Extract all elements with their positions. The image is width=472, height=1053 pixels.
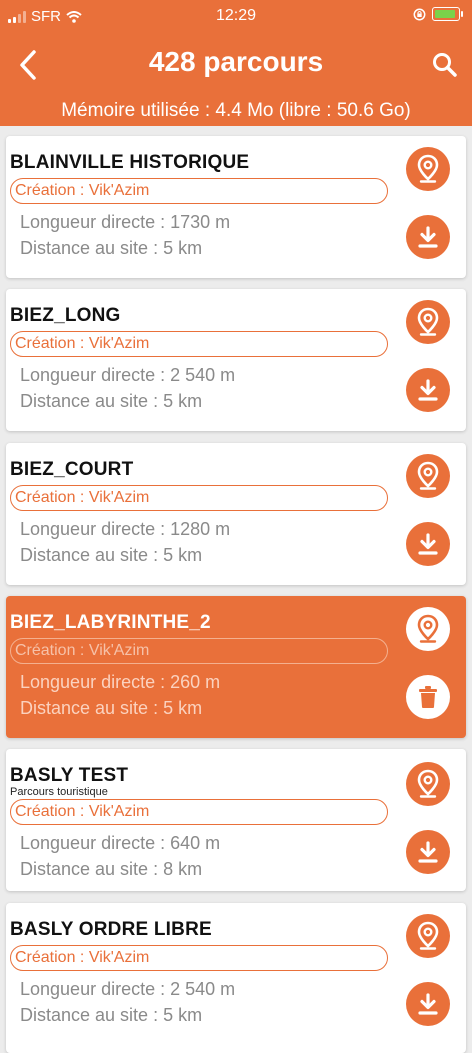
- orientation-lock-icon: [413, 8, 426, 20]
- memory-usage: Mémoire utilisée : 4.4 Mo (libre : 50.6 …: [61, 100, 411, 121]
- trash-icon: [419, 686, 437, 708]
- map-pin-icon: [417, 769, 439, 798]
- route-title: BIEZ_LABYRINTHE_2: [10, 612, 211, 633]
- route-title: BASLY ORDRE LIBRE: [10, 919, 212, 940]
- status-time: 12:29: [215, 7, 257, 24]
- map-pin-icon: [417, 921, 439, 950]
- creator-badge: Création : Vik'Azim: [10, 331, 388, 357]
- route-card[interactable]: BIEZ_COURT Création : Vik'Azim Longueur di…: [6, 443, 466, 585]
- route-card[interactable]: BASLY TEST Parcours touristique Création :…: [6, 749, 466, 891]
- show-on-map-button[interactable]: [406, 454, 450, 498]
- page-title: 428 parcours: [148, 46, 324, 77]
- route-card[interactable]: BIEZ_LONG Création : Vik'Azim Longueur dir…: [6, 289, 466, 431]
- map-pin-icon: [417, 154, 439, 183]
- map-pin-icon: [417, 307, 439, 336]
- download-button[interactable]: [406, 830, 450, 874]
- distance-text: Distance au site : 5 km: [20, 391, 203, 411]
- distance-text: Distance au site : 5 km: [20, 1005, 203, 1025]
- route-subtitle: Parcours touristique: [10, 786, 108, 798]
- creator-badge: Création : Vik'Azim: [10, 799, 388, 825]
- show-on-map-button[interactable]: [406, 914, 450, 958]
- map-pin-icon: [417, 461, 439, 490]
- length-text: Longueur directe : 2 540 m: [20, 979, 236, 999]
- battery-icon: [432, 7, 463, 21]
- distance-text: Distance au site : 5 km: [20, 698, 203, 718]
- map-pin-icon: [417, 614, 439, 643]
- route-card[interactable]: BASLY ORDRE LIBRE Création : Vik'Azim Long…: [6, 903, 466, 1053]
- distance-text: Distance au site : 5 km: [20, 545, 203, 565]
- distance-text: Distance au site : 5 km: [20, 238, 203, 258]
- status-right: [413, 7, 463, 21]
- length-text: Longueur directe : 640 m: [20, 833, 221, 853]
- length-text: Longueur directe : 260 m: [20, 672, 221, 692]
- distance-text: Distance au site : 8 km: [20, 859, 203, 879]
- download-icon: [418, 993, 438, 1015]
- creator-badge: Création : Vik'Azim: [10, 638, 388, 664]
- show-on-map-button[interactable]: [406, 762, 450, 806]
- route-title: BIEZ_COURT: [10, 459, 134, 480]
- download-button[interactable]: [406, 982, 450, 1026]
- download-button[interactable]: [406, 368, 450, 412]
- header: SFR 12:29 428 parcours Mémoire utilisée …: [0, 0, 472, 126]
- download-icon: [418, 841, 438, 863]
- creator-badge: Création : Vik'Azim: [10, 178, 388, 204]
- show-on-map-button[interactable]: [406, 607, 450, 651]
- route-card[interactable]: BIEZ_LABYRINTHE_2 Création : Vik'Azim Long…: [6, 596, 466, 738]
- download-button[interactable]: [406, 522, 450, 566]
- route-title: BIEZ_LONG: [10, 305, 121, 326]
- download-icon: [418, 533, 438, 555]
- length-text: Longueur directe : 2 540 m: [20, 365, 236, 385]
- search-icon: [433, 53, 457, 77]
- search-button[interactable]: [430, 50, 460, 80]
- status-bar: SFR 12:29: [0, 0, 472, 32]
- length-text: Longueur directe : 1730 m: [20, 212, 231, 232]
- creator-badge: Création : Vik'Azim: [10, 485, 388, 511]
- route-card[interactable]: BLAINVILLE HISTORIQUE Création : Vik'Azim…: [6, 136, 466, 278]
- show-on-map-button[interactable]: [406, 147, 450, 191]
- route-title: BASLY TEST: [10, 765, 129, 786]
- delete-button[interactable]: [406, 675, 450, 719]
- download-icon: [418, 226, 438, 248]
- creator-badge: Création : Vik'Azim: [10, 945, 388, 971]
- show-on-map-button[interactable]: [406, 300, 450, 344]
- route-title: BLAINVILLE HISTORIQUE: [10, 152, 250, 173]
- download-button[interactable]: [406, 215, 450, 259]
- download-icon: [418, 379, 438, 401]
- length-text: Longueur directe : 1280 m: [20, 519, 231, 539]
